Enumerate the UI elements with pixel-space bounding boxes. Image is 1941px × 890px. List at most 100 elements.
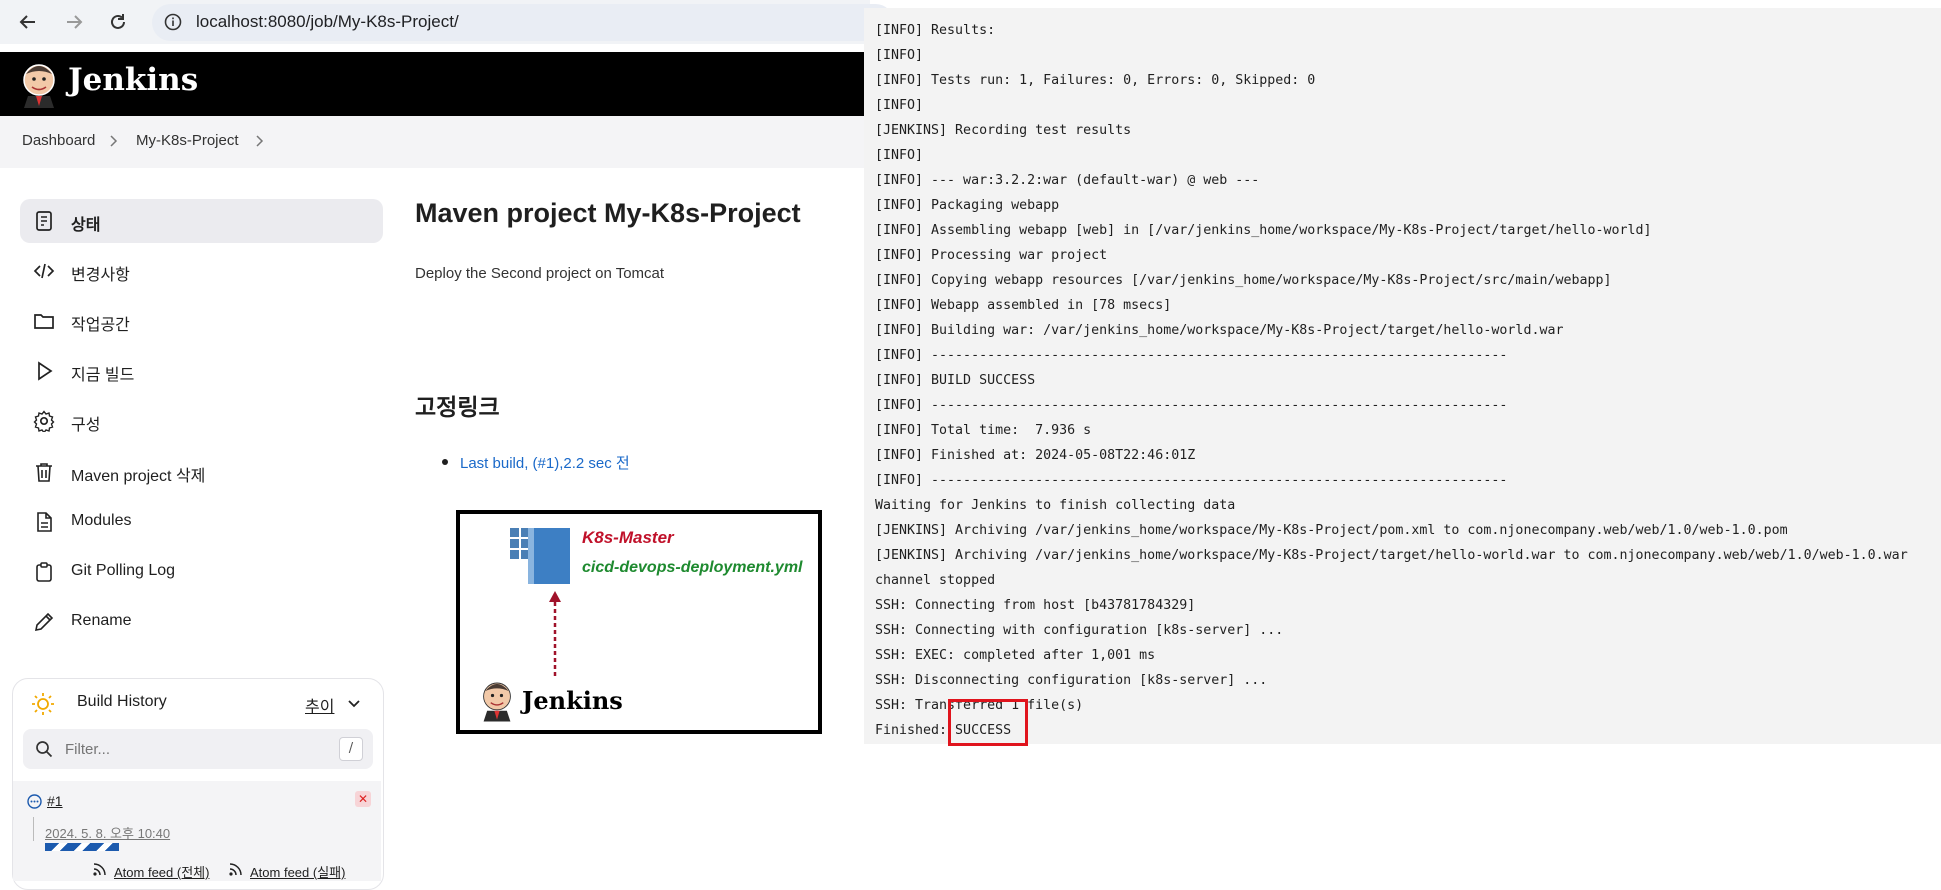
sidebar-item-build-now[interactable]: 지금 빌드 bbox=[20, 349, 383, 393]
diagram-file-label: cicd-devops-deployment.yml bbox=[582, 559, 803, 576]
permalinks-heading: 고정링크 bbox=[415, 395, 500, 421]
chevron-down-icon[interactable] bbox=[347, 697, 361, 711]
sidebar-item-modules[interactable]: Modules bbox=[20, 500, 383, 544]
reload-button[interactable] bbox=[104, 8, 132, 36]
console-line: [INFO] bbox=[875, 98, 924, 113]
build-history-panel: Build History 추이 / #1 2024. 5. 8. 오후 10:… bbox=[12, 678, 384, 890]
sidebar-item-label: Git Polling Log bbox=[71, 562, 176, 579]
clipboard-icon bbox=[36, 562, 52, 582]
console-line: [JENKINS] Recording test results bbox=[875, 123, 1132, 138]
sidebar-item-delete[interactable]: Maven project 삭제 bbox=[20, 450, 383, 494]
gear-icon bbox=[33, 410, 55, 432]
build-filter[interactable]: / bbox=[23, 729, 373, 769]
console-line: [INFO] Copying webapp resources [/var/je… bbox=[875, 273, 1612, 288]
atom-feed-failed-link[interactable]: Atom feed (실패) bbox=[250, 862, 345, 881]
folder-icon bbox=[34, 314, 54, 329]
build-date-link[interactable]: 2024. 5. 8. 오후 10:40 bbox=[45, 823, 170, 842]
sidebar-item-workspace[interactable]: 작업공간 bbox=[20, 299, 383, 343]
browser-toolbar: localhost:8080/job/My-K8s-Project/ bbox=[0, 0, 894, 44]
list-bullet bbox=[442, 459, 448, 465]
build-number-link[interactable]: #1 bbox=[47, 793, 63, 809]
console-line: [INFO] Building war: /var/jenkins_home/w… bbox=[875, 323, 1564, 338]
status-icon bbox=[36, 211, 52, 231]
console-output: [INFO] Results: [INFO] [INFO] Tests run: 1… bbox=[864, 8, 1941, 744]
console-line: Waiting for Jenkins to finish collecting… bbox=[875, 498, 1236, 513]
console-line: [INFO] bbox=[875, 148, 924, 163]
server-icon bbox=[510, 528, 570, 584]
console-line: [JENKINS] Archiving /var/jenkins_home/wo… bbox=[875, 548, 1908, 563]
back-button[interactable] bbox=[14, 8, 42, 36]
build-progress-bar bbox=[45, 843, 151, 851]
trash-icon bbox=[36, 463, 52, 482]
sidebar-item-status[interactable]: 상태 bbox=[20, 199, 383, 243]
console-line: channel stopped bbox=[875, 573, 996, 588]
app-title[interactable]: Jenkins bbox=[68, 62, 198, 98]
info-icon[interactable] bbox=[164, 13, 182, 31]
breadcrumb-dashboard[interactable]: Dashboard bbox=[22, 132, 95, 149]
breadcrumb: Dashboard My-K8s-Project bbox=[0, 116, 870, 168]
console-line: [INFO] Assembling webapp [web] in [/var/… bbox=[875, 223, 1652, 238]
arrow-up-icon bbox=[549, 591, 561, 676]
diagram-master-label: K8s-Master bbox=[582, 528, 674, 547]
build-in-progress-icon bbox=[27, 794, 42, 809]
abort-build-button[interactable]: ✕ bbox=[355, 791, 371, 807]
forward-button[interactable] bbox=[60, 8, 88, 36]
timeline-line bbox=[33, 817, 34, 841]
console-line: [INFO] ---------------------------------… bbox=[875, 398, 1508, 413]
chevron-right-icon[interactable] bbox=[253, 133, 267, 149]
arrow-right-icon bbox=[67, 15, 83, 29]
pencil-icon bbox=[34, 612, 54, 632]
sidebar-item-label: 작업공간 bbox=[71, 317, 130, 334]
success-highlight-box bbox=[948, 699, 1028, 746]
search-icon bbox=[36, 741, 53, 758]
console-line: [INFO] Webapp assembled in [78 msecs] bbox=[875, 298, 1172, 313]
console-line: [INFO] Tests run: 1, Failures: 0, Errors… bbox=[875, 73, 1316, 88]
rss-icon bbox=[229, 863, 242, 876]
sidebar-item-label: 변경사항 bbox=[71, 267, 130, 284]
console-line: [INFO] ---------------------------------… bbox=[875, 473, 1508, 488]
sidebar-item-label: Maven project 삭제 bbox=[71, 468, 206, 485]
sidebar-item-label: Rename bbox=[71, 612, 132, 629]
sun-icon bbox=[32, 693, 54, 715]
atom-feed-all-link[interactable]: Atom feed (전체) bbox=[114, 862, 209, 881]
console-line: [INFO] bbox=[875, 48, 924, 63]
sidebar-item-label: 구성 bbox=[71, 417, 101, 434]
url-text[interactable]: localhost:8080/job/My-K8s-Project/ bbox=[196, 12, 459, 32]
arrow-left-icon bbox=[19, 15, 35, 29]
reload-icon bbox=[111, 14, 125, 29]
sidebar-item-configure[interactable]: 구성 bbox=[20, 399, 383, 443]
sidebar-item-label: Modules bbox=[71, 512, 132, 529]
jenkins-logo-icon[interactable] bbox=[20, 60, 58, 108]
console-line: SSH: Connecting from host [b43781784329] bbox=[875, 598, 1196, 613]
console-line: [JENKINS] Archiving /var/jenkins_home/wo… bbox=[875, 523, 1788, 538]
rss-icon bbox=[93, 863, 106, 876]
chevron-right-icon bbox=[110, 135, 118, 147]
build-filter-input[interactable] bbox=[63, 737, 327, 761]
address-bar[interactable]: localhost:8080/job/My-K8s-Project/ bbox=[152, 4, 894, 41]
play-icon bbox=[38, 361, 53, 381]
console-line: [INFO] Packaging webapp bbox=[875, 198, 1060, 213]
console-line: [INFO] Total time: 7.936 s bbox=[875, 423, 1092, 438]
breadcrumb-project[interactable]: My-K8s-Project bbox=[136, 132, 239, 149]
sidebar-item-changes[interactable]: 변경사항 bbox=[20, 249, 383, 293]
page-title: Maven project My-K8s-Project bbox=[415, 198, 801, 228]
console-line: SSH: EXEC: completed after 1,001 ms bbox=[875, 648, 1156, 663]
code-icon bbox=[33, 263, 55, 279]
last-build-link[interactable]: Last build, (#1),2.2 sec 전 bbox=[460, 452, 630, 473]
sidebar-item-git-polling-log[interactable]: Git Polling Log bbox=[20, 550, 383, 594]
jenkins-logo-icon bbox=[483, 682, 511, 722]
document-icon bbox=[37, 512, 52, 532]
sidebar-item-label: 상태 bbox=[71, 217, 101, 234]
jenkins-header: Jenkins bbox=[0, 52, 870, 116]
console-line: [INFO] BUILD SUCCESS bbox=[875, 373, 1036, 388]
console-line: [INFO] Processing war project bbox=[875, 248, 1108, 263]
trend-link[interactable]: 추이 bbox=[305, 693, 334, 717]
build-progress-fill bbox=[45, 843, 120, 851]
console-line: [INFO] --- war:3.2.2:war (default-war) @… bbox=[875, 173, 1260, 188]
console-line: [INFO] Results: bbox=[875, 23, 996, 38]
deployment-diagram: K8s-Master cicd-devops-deployment.yml Je… bbox=[456, 510, 822, 734]
diagram-jenkins-label: Jenkins bbox=[522, 686, 623, 715]
console-line: [INFO] Finished at: 2024-05-08T22:46:01Z bbox=[875, 448, 1196, 463]
sidebar-item-rename[interactable]: Rename bbox=[20, 600, 383, 644]
sidebar-item-label: 지금 빌드 bbox=[71, 367, 135, 384]
